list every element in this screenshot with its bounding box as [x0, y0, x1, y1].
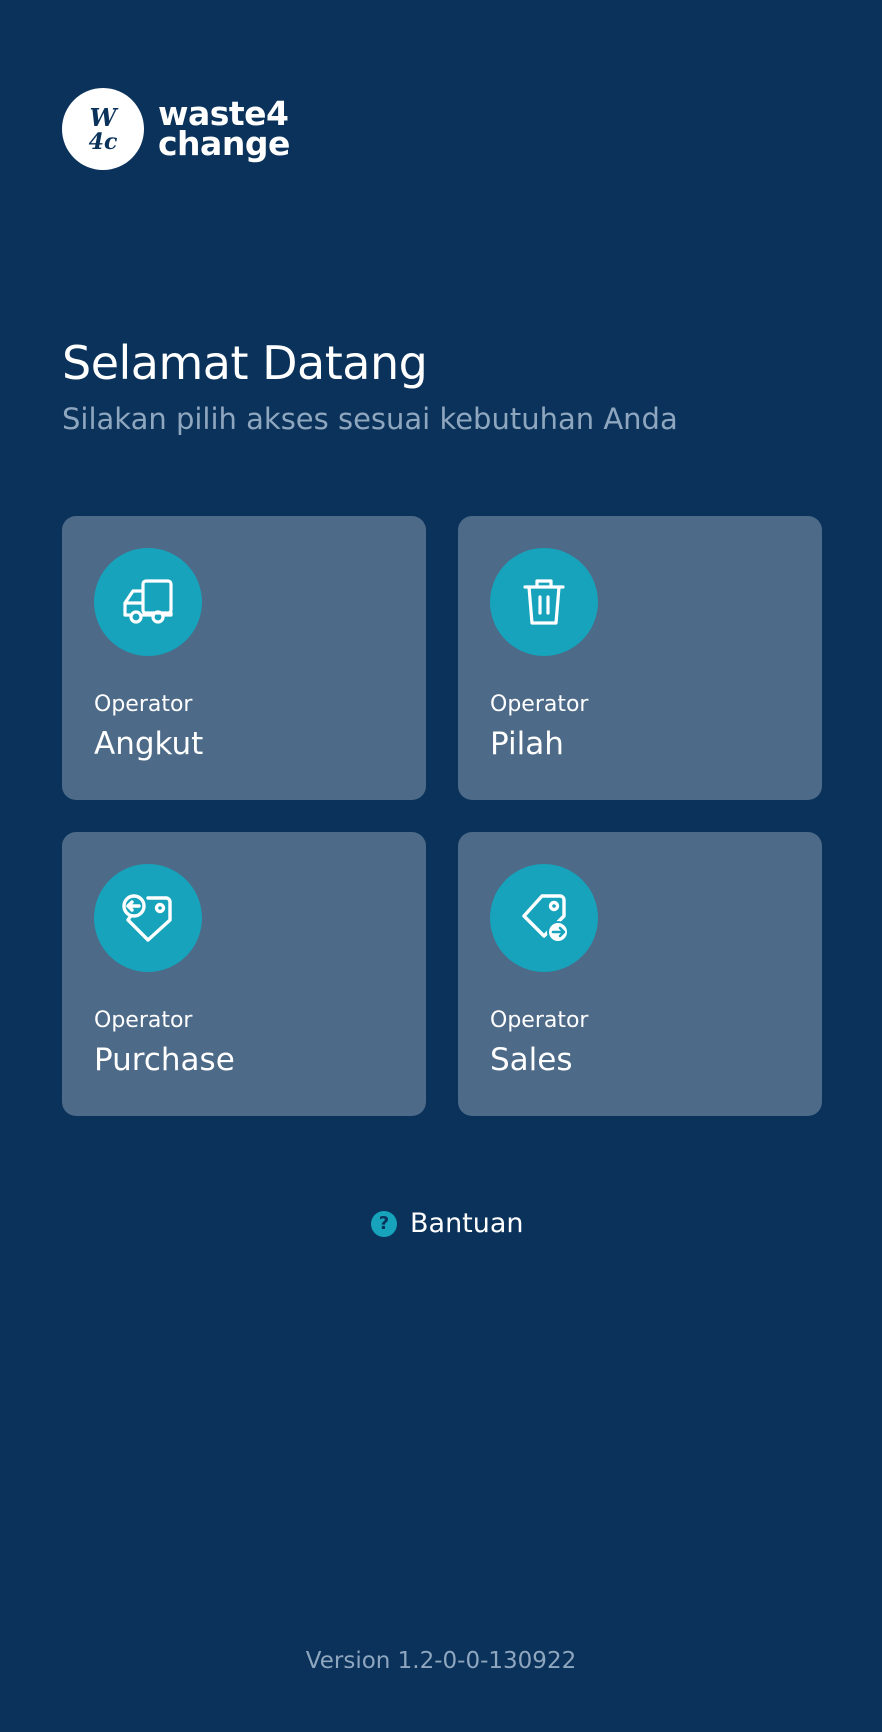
help-link[interactable]: ? Bantuan	[371, 1208, 524, 1239]
role-card-pilah[interactable]: Operator Pilah	[458, 516, 822, 800]
role-name: Sales	[490, 1042, 573, 1078]
trash-icon	[490, 548, 598, 656]
logo-mark-icon: W 4c	[62, 88, 144, 170]
role-name: Purchase	[94, 1042, 235, 1078]
version-text: Version 1.2-0-0-130922	[305, 1648, 577, 1674]
logo-wordmark: waste4 change	[158, 97, 290, 163]
logo-line-2: change	[158, 124, 290, 163]
question-icon: ?	[371, 1210, 397, 1237]
role-name: Angkut	[94, 726, 204, 762]
role-selection-screen: W 4c waste4 change Selamat Datang Silaka…	[0, 0, 882, 1732]
page-subtitle: Silakan pilih akses sesuai kebutuhan And…	[62, 402, 678, 436]
role-name: Pilah	[490, 726, 564, 762]
svg-text:4c: 4c	[89, 129, 118, 155]
role-prefix: Operator	[94, 692, 193, 717]
role-prefix: Operator	[490, 1008, 589, 1033]
help-label: Bantuan	[410, 1208, 524, 1239]
svg-text:W: W	[90, 103, 119, 132]
tag-out-icon	[490, 864, 598, 972]
truck-icon	[94, 548, 202, 656]
role-card-purchase[interactable]: Operator Purchase	[62, 832, 426, 1116]
role-card-angkut[interactable]: Operator Angkut	[62, 516, 426, 800]
brand-logo: W 4c waste4 change	[62, 88, 290, 170]
role-prefix: Operator	[94, 1008, 193, 1033]
page-title: Selamat Datang	[62, 336, 428, 390]
role-card-sales[interactable]: Operator Sales	[458, 832, 822, 1116]
role-prefix: Operator	[490, 692, 589, 717]
tag-in-icon	[94, 864, 202, 972]
